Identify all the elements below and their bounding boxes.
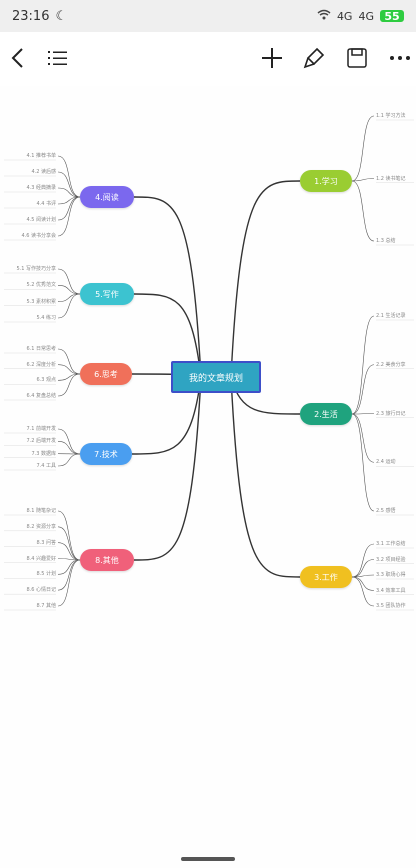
leaf-node[interactable]: 8.3 问答	[36, 539, 56, 546]
add-button[interactable]	[254, 40, 290, 76]
list-icon	[48, 51, 67, 65]
leaf-node[interactable]: 4.6 读书分享会	[21, 232, 56, 239]
mindmap-canvas[interactable]: 我的文章规划 1.学习 1.1 学习方法 1.2 读书笔记 1.3 总结 2.生活 2.1…	[0, 86, 416, 848]
leaf-node[interactable]: 2.5 感悟	[376, 507, 396, 514]
leaf-node[interactable]: 3.5 团队协作	[376, 602, 406, 609]
leaf-node[interactable]: 1.3 总结	[376, 237, 396, 244]
leaf-node[interactable]: 6.4 复盘总结	[26, 392, 56, 399]
leaf-node[interactable]: 4.3 经典摘录	[26, 184, 56, 191]
leaf-node[interactable]: 2.1 生活记录	[376, 312, 406, 319]
leaf-node[interactable]: 3.4 效率工具	[376, 587, 406, 594]
brush-icon	[303, 47, 325, 69]
leaf-node[interactable]: 2.4 运动	[376, 458, 396, 465]
save-button[interactable]	[339, 40, 375, 76]
chevron-left-icon	[11, 48, 23, 68]
branch-node-2[interactable]: 2.生活	[300, 403, 352, 425]
branch-node-7[interactable]: 7.技术	[80, 443, 132, 465]
leaf-node[interactable]: 7.3 数据库	[31, 450, 56, 457]
leaf-node[interactable]: 6.2 深度分析	[26, 361, 56, 368]
leaf-node[interactable]: 4.5 阅读计划	[26, 216, 56, 223]
leaf-node[interactable]: 7.2 后端开发	[26, 437, 56, 444]
leaf-node[interactable]: 4.4 书评	[36, 200, 56, 207]
style-button[interactable]	[296, 40, 332, 76]
home-indicator[interactable]	[181, 857, 235, 861]
branch-node-5[interactable]: 5.写作	[80, 283, 134, 305]
leaf-node[interactable]: 5.1 写作技巧分享	[16, 265, 56, 272]
leaf-node[interactable]: 5.4 练习	[36, 314, 56, 321]
leaf-node[interactable]: 1.1 学习方法	[376, 112, 406, 119]
toolbar	[0, 32, 416, 86]
leaf-node[interactable]: 3.2 项目经验	[376, 556, 406, 563]
central-node[interactable]: 我的文章规划	[171, 361, 261, 393]
status-bar: 23:16 ☾ 4G 4G 55	[0, 0, 416, 32]
leaf-node[interactable]: 8.1 随笔杂记	[26, 507, 56, 514]
more-button[interactable]	[382, 40, 416, 76]
branch-node-4[interactable]: 4.阅读	[80, 186, 134, 208]
more-icon	[390, 56, 410, 60]
leaf-node[interactable]: 8.4 兴趣爱好	[26, 555, 56, 562]
leaf-node[interactable]: 3.3 职场心得	[376, 571, 406, 578]
branch-node-8[interactable]: 8.其他	[80, 549, 134, 571]
branch-node-1[interactable]: 1.学习	[300, 170, 352, 192]
leaf-node[interactable]: 7.4 工具	[36, 462, 56, 469]
status-left: 23:16 ☾	[12, 9, 67, 24]
branch-node-6[interactable]: 6.思考	[80, 363, 132, 385]
moon-icon: ☾	[55, 8, 68, 24]
leaf-node[interactable]: 8.6 心情日记	[26, 586, 56, 593]
leaf-node[interactable]: 1.2 读书笔记	[376, 175, 406, 182]
leaf-node[interactable]: 4.1 推荐书单	[26, 152, 56, 159]
leaf-node[interactable]: 8.2 资源分享	[26, 523, 56, 530]
leaf-node[interactable]: 7.1 前端开发	[26, 425, 56, 432]
signal-icon-1: 4G	[336, 9, 353, 23]
connector-lines	[4, 115, 414, 611]
branch-node-3[interactable]: 3.工作	[300, 566, 352, 588]
leaf-node[interactable]: 4.2 读后感	[31, 168, 56, 175]
signal-icon-2: 4G	[358, 9, 374, 23]
leaf-node[interactable]: 3.1 工作总结	[376, 540, 406, 547]
leaf-node[interactable]: 2.3 旅行日记	[376, 410, 406, 417]
leaf-node[interactable]: 5.2 优秀范文	[26, 281, 56, 288]
plus-icon	[262, 48, 282, 68]
outline-button[interactable]	[40, 40, 76, 76]
status-right: 4G 4G 55	[317, 9, 404, 23]
battery-icon: 55	[380, 10, 404, 23]
leaf-node[interactable]: 6.3 观点	[36, 376, 56, 383]
leaf-node[interactable]: 5.3 素材积累	[26, 298, 56, 305]
save-icon	[347, 48, 367, 68]
leaf-node[interactable]: 2.2 美食分享	[376, 361, 406, 368]
back-button[interactable]	[0, 40, 36, 76]
leaf-node[interactable]: 8.5 计划	[36, 570, 56, 577]
leaf-node[interactable]: 6.1 日常思考	[26, 345, 56, 352]
status-time: 23:16	[12, 8, 50, 24]
leaf-node[interactable]: 8.7 其他	[36, 602, 56, 609]
wifi-icon	[317, 9, 331, 23]
